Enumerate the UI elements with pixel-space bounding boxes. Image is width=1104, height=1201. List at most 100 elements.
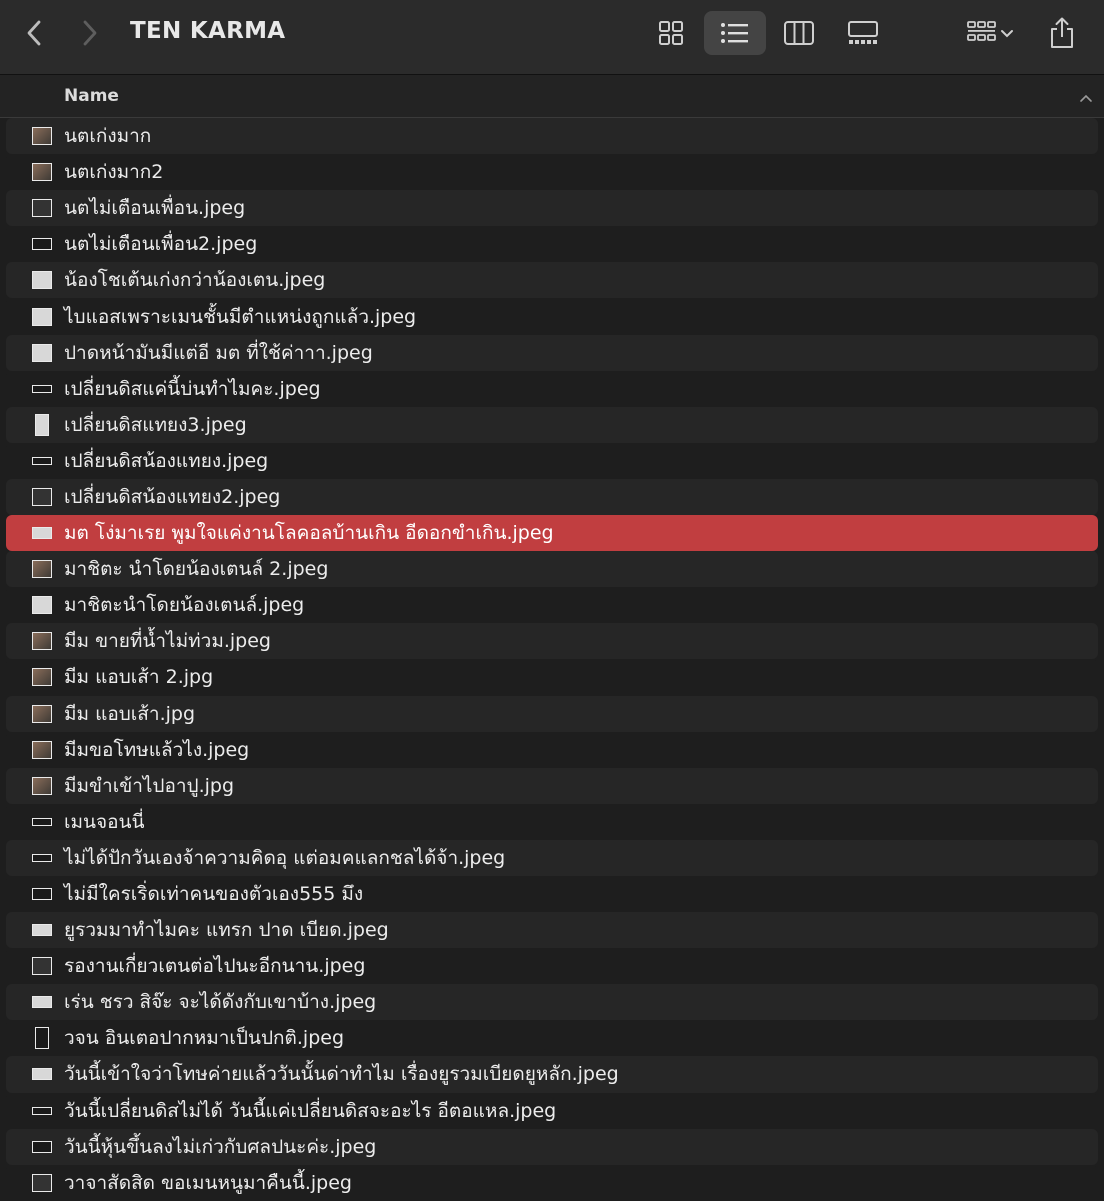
list-view-icon: [721, 23, 748, 43]
file-name: นตเก่งมาก: [64, 125, 152, 148]
image-thumbnail-icon: [32, 456, 52, 465]
file-name: รองานเกี่ยวเตนต่อไปนะอีกนาน.jpeg: [64, 955, 366, 978]
file-row[interactable]: มาชิตะ นำโดยน้องเตนล์ 2.jpeg: [6, 551, 1098, 588]
file-name: มีม แอบเส้า 2.jpg: [64, 666, 214, 689]
file-name: นตเก่งมาก2: [64, 161, 164, 184]
file-row[interactable]: นตไม่เตือนเพื่อน2.jpeg: [6, 226, 1098, 263]
file-row[interactable]: มีมขำเข้าไปอาปู.jpg: [6, 767, 1098, 804]
icon-view-button[interactable]: [640, 11, 702, 55]
file-name: มีมขอโทษแล้วไง.jpeg: [64, 738, 250, 761]
image-thumbnail-icon: [32, 888, 52, 901]
image-thumbnail-icon: [32, 668, 52, 687]
file-row[interactable]: ไบแอสเพราะเมนชั้นมีตำแหน่งถูกแล้ว.jpeg: [6, 298, 1098, 335]
file-row[interactable]: วันนี้หุ้นขึ้นลงไม่เก่วกับศลปนะค่ะ.jpeg: [6, 1128, 1098, 1165]
file-row[interactable]: ยูรวมมาทำไมคะ แทรก ปาด เบียด.jpeg: [6, 912, 1098, 949]
image-thumbnail-icon: [35, 1027, 49, 1050]
file-name: มาชิตะนำโดยน้องเตนล์.jpeg: [64, 594, 305, 617]
image-thumbnail-icon: [32, 596, 52, 615]
back-button[interactable]: [16, 12, 52, 54]
file-row[interactable]: มีม ขายที่น้ำไม่ท่วม.jpeg: [6, 623, 1098, 660]
image-thumbnail-icon: [32, 384, 52, 393]
group-by-icon: [967, 21, 996, 41]
file-row[interactable]: มีม แอบเส้า.jpg: [6, 695, 1098, 732]
list-view-button[interactable]: [704, 11, 766, 55]
image-thumbnail-icon: [32, 924, 52, 937]
column-view-button[interactable]: [768, 11, 830, 55]
file-name: ไม่มีใครเริ่ดเท่าคนของตัวเอง555 มึง: [64, 883, 364, 906]
file-row[interactable]: วันนี้เปลี่ยนดิสไม่ได้ วันนี้แค่เปลี่ยนด…: [6, 1092, 1098, 1129]
image-thumbnail-icon: [32, 853, 52, 862]
file-name: มีมขำเข้าไปอาปู.jpg: [64, 774, 235, 797]
file-row[interactable]: เร่น ชรว สิจ๊ะ จะได้ดังกับเขาบ้าง.jpeg: [6, 984, 1098, 1021]
file-row[interactable]: เปลี่ยนดิสแทยง3.jpeg: [6, 406, 1098, 443]
file-row[interactable]: วจน อินเตอปากหมาเป็นปกติ.jpeg: [6, 1020, 1098, 1057]
gallery-view-button[interactable]: [832, 11, 894, 55]
file-row[interactable]: เมนจอนนี่: [6, 803, 1098, 840]
file-row[interactable]: มีมขอโทษแล้วไง.jpeg: [6, 731, 1098, 768]
image-thumbnail-icon: [32, 127, 52, 146]
forward-button[interactable]: [72, 12, 108, 54]
image-thumbnail-icon: [32, 957, 52, 976]
file-row[interactable]: เปลี่ยนดิสน้องแทยง2.jpeg: [6, 478, 1098, 516]
toolbar: TEN KARMA: [0, 0, 1104, 75]
file-row[interactable]: รองานเกี่ยวเตนต่อไปนะอีกนาน.jpeg: [6, 948, 1098, 985]
chevron-left-icon: [27, 20, 41, 46]
file-list: นตเก่งมากนตเก่งมาก2 นตไม่เตือนเพื่อน.jpeg…: [0, 118, 1104, 1201]
name-column-header[interactable]: Name: [64, 86, 119, 106]
file-row[interactable]: เปลี่ยนดิสแค่นี้บ่นทำไมคะ.jpeg: [6, 370, 1098, 407]
image-thumbnail-icon: [32, 817, 52, 826]
image-thumbnail-icon: [32, 1068, 52, 1081]
file-row[interactable]: วันนี้เข้าใจว่าโทษค่ายแล้ววันนั้นด่าทำไม…: [6, 1056, 1098, 1093]
image-thumbnail-icon: [32, 776, 52, 795]
image-thumbnail-icon: [32, 996, 52, 1009]
file-row[interactable]: นตเก่งมาก2: [6, 154, 1098, 191]
chevron-right-icon: [83, 20, 97, 46]
image-thumbnail-icon: [32, 1140, 52, 1153]
file-row[interactable]: มาชิตะนำโดยน้องเตนล์.jpeg: [6, 587, 1098, 624]
file-name: นตไม่เตือนเพื่อน.jpeg: [64, 197, 246, 220]
share-button[interactable]: [1040, 12, 1084, 54]
sort-ascending-icon[interactable]: [1078, 89, 1094, 108]
file-row[interactable]: น้องโชเต้นเก่งกว่าน้องเตน.jpeg: [6, 262, 1098, 299]
file-name: วันนี้เปลี่ยนดิสไม่ได้ วันนี้แค่เปลี่ยนด…: [64, 1099, 557, 1122]
file-name: ไบแอสเพราะเมนชั้นมีตำแหน่งถูกแล้ว.jpeg: [64, 305, 417, 328]
icon-view-icon: [659, 21, 683, 45]
file-name: ไม่ได้ปักวันเองจ้าความคิดอุ แต่อมคแลกชลไ…: [64, 846, 506, 869]
file-row[interactable]: เปลี่ยนดิสน้องแทยง.jpeg: [6, 442, 1098, 479]
file-name: เปลี่ยนดิสน้องแทยง.jpeg: [64, 449, 269, 472]
file-name: เปลี่ยนดิสน้องแทยง2.jpeg: [64, 485, 281, 508]
file-row[interactable]: วาจาสัดสิด ขอเมนหนูมาคืนนี้.jpeg: [6, 1164, 1098, 1201]
image-thumbnail-icon: [32, 271, 52, 290]
image-thumbnail-icon: [32, 527, 52, 540]
file-row[interactable]: นตเก่งมาก: [6, 118, 1098, 155]
image-thumbnail-icon: [32, 560, 52, 579]
file-name: นตไม่เตือนเพื่อน2.jpeg: [64, 233, 258, 256]
image-thumbnail-icon: [32, 307, 52, 326]
file-name: มต โง่มาเรย พูมใจแค่งานโลคอลบ้านเกิน อีด…: [64, 522, 554, 545]
file-name: เปลี่ยนดิสแค่นี้บ่นทำไมคะ.jpeg: [64, 377, 321, 400]
file-name: วจน อินเตอปากหมาเป็นปกติ.jpeg: [64, 1027, 344, 1050]
file-name: น้องโชเต้นเก่งกว่าน้องเตน.jpeg: [64, 269, 326, 292]
file-row[interactable]: นตไม่เตือนเพื่อน.jpeg: [6, 190, 1098, 227]
file-row[interactable]: ไม่ได้ปักวันเองจ้าความคิดอุ แต่อมคแลกชลไ…: [6, 839, 1098, 876]
image-thumbnail-icon: [32, 163, 52, 182]
image-thumbnail-icon: [35, 413, 49, 436]
file-row[interactable]: ไม่มีใครเริ่ดเท่าคนของตัวเอง555 มึง: [6, 875, 1098, 913]
image-thumbnail-icon: [32, 1106, 52, 1115]
file-name: ปาดหน้ามันมีแต่อี มต ที่ใช้ค่าาา.jpeg: [64, 341, 373, 364]
file-name: วันนี้หุ้นขึ้นลงไม่เก่วกับศลปนะค่ะ.jpeg: [64, 1135, 377, 1158]
image-thumbnail-icon: [32, 704, 52, 723]
window-title: TEN KARMA: [130, 18, 286, 44]
image-thumbnail-icon: [32, 487, 52, 506]
share-icon: [1051, 17, 1073, 48]
chevron-down-icon: [1001, 30, 1013, 38]
group-by-button[interactable]: [958, 12, 1022, 54]
file-name: ยูรวมมาทำไมคะ แทรก ปาด เบียด.jpeg: [64, 919, 389, 942]
file-row[interactable]: มต โง่มาเรย พูมใจแค่งานโลคอลบ้านเกิน อีด…: [6, 515, 1098, 552]
file-name: มีม แอบเส้า.jpg: [64, 702, 196, 725]
image-thumbnail-icon: [32, 740, 52, 759]
image-thumbnail-icon: [32, 632, 52, 651]
file-row[interactable]: ปาดหน้ามันมีแต่อี มต ที่ใช้ค่าาา.jpeg: [6, 334, 1098, 371]
column-view-icon: [784, 21, 814, 45]
file-row[interactable]: มีม แอบเส้า 2.jpg: [6, 659, 1098, 696]
